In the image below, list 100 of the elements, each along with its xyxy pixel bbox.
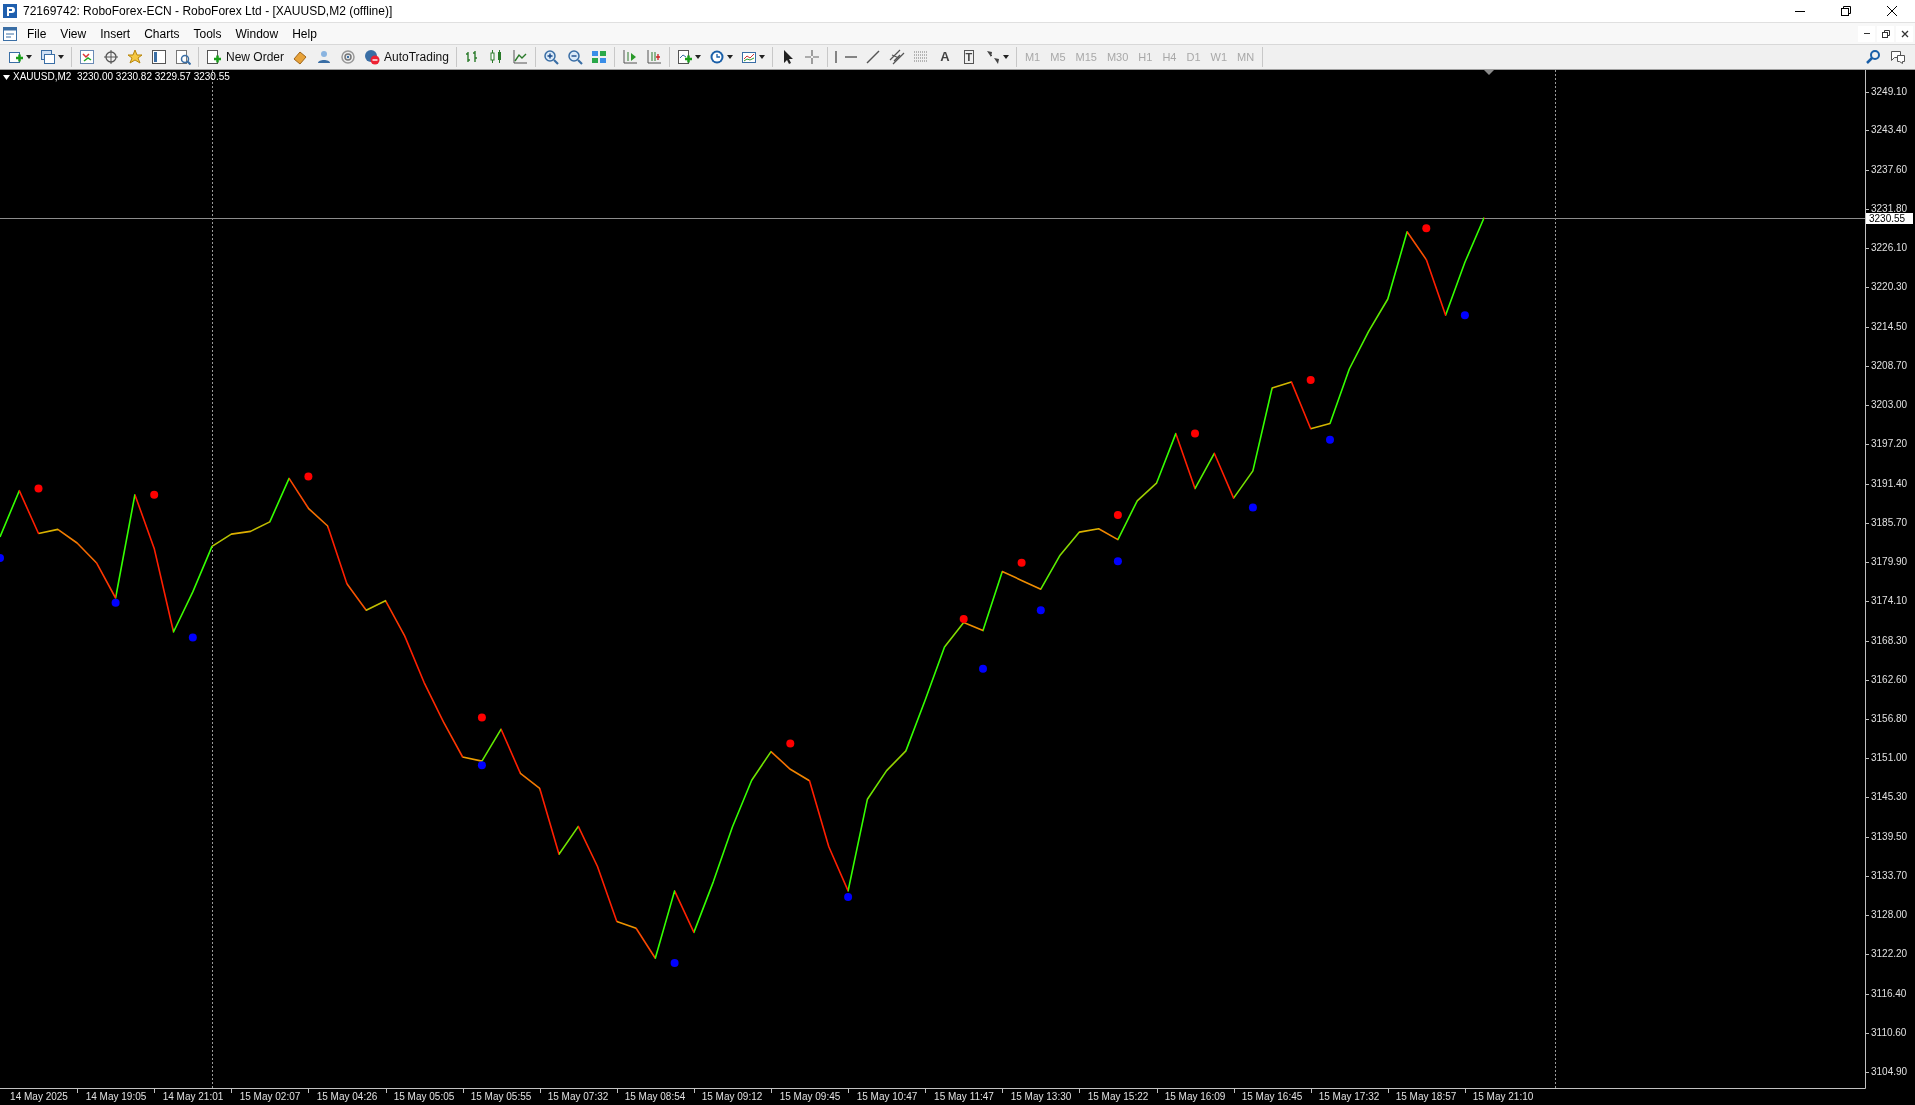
time-axis-label: 15 May 15:22 [1087,1091,1149,1103]
price-axis-label: 3110.60 [1871,1027,1907,1039]
price-axis-label: 3179.90 [1871,556,1908,568]
market-watch-icon [79,49,95,65]
child-close-button[interactable] [1896,25,1913,42]
price-axis-label: 3133.70 [1871,870,1908,882]
time-axis-label: 15 May 17:32 [1318,1091,1380,1103]
price-axis-label: 3185.70 [1871,517,1908,529]
zoom-in-icon [542,49,559,65]
time-axis-label: 15 May 11:47 [934,1091,994,1103]
price-axis-label: 3151.00 [1871,752,1908,764]
time-axis-label: 15 May 05:55 [470,1091,532,1103]
price-axis-label: 3197.20 [1871,438,1908,450]
price-axis-label: 3226.10 [1871,242,1908,254]
menu-item[interactable]: Window [228,22,286,45]
trend-line-icon [864,49,881,65]
price-axis-label: 3203.00 [1871,399,1908,411]
crosshair-circle-icon [103,49,119,65]
person-icon [316,49,332,65]
diamond-book-icon [292,49,308,65]
clock-icon [708,49,725,65]
channel-icon [888,49,905,65]
price-axis-label: 3128.00 [1871,909,1908,921]
price-axis-label: 3116.40 [1871,988,1907,1000]
time-axis-label: 15 May 13:30 [1010,1091,1072,1103]
app-icon [3,4,17,18]
autotrading-button[interactable]: AutoTrading [360,46,453,68]
time-axis-label: 15 May 07:32 [547,1091,609,1103]
price-axis-label: 3156.80 [1871,713,1908,725]
horizontal-line-icon [844,56,857,58]
caret-icon [694,55,701,59]
caret-icon [26,55,32,59]
tile-grid-icon [590,49,607,65]
collapse-triangle-icon [3,74,10,80]
windows-icon [40,49,56,65]
price-axis-label: 3214.50 [1871,321,1908,333]
menu-item[interactable]: Insert [93,22,138,45]
price-axis-label: 3168.30 [1871,635,1908,647]
document-plus-icon [206,49,222,65]
menu-item[interactable]: Charts [137,22,187,45]
star-icon [127,49,143,65]
crosshair-icon [803,49,820,65]
text-tool[interactable]: A [932,46,957,68]
caret-icon [1002,55,1009,59]
price-axis-label: 3237.60 [1871,164,1908,176]
target-icon [340,49,356,65]
time-axis-label: 15 May 04:26 [316,1091,378,1103]
dotted-lines-icon [912,49,929,65]
autoscroll-icon [621,49,638,65]
text-label-tool[interactable]: T [956,46,981,68]
line-chart-icon [511,49,528,65]
document-search-icon [175,49,191,65]
minimize-icon [1863,33,1870,34]
close-icon [1900,29,1909,38]
current-price-label: 3230.55 [1866,213,1913,224]
time-axis-label: 15 May 16:09 [1164,1091,1226,1103]
chat-bubbles-icon [1889,49,1907,65]
time-axis-label: 15 May 09:12 [701,1091,763,1103]
menu-item[interactable]: Help [285,22,324,45]
close-icon [1887,6,1897,16]
restore-icon [1881,29,1890,38]
price-axis-label: 3231.80 [1871,203,1908,214]
panel-icon [151,49,167,65]
vertical-line-icon [834,51,837,63]
chart-header: XAUUSD,M2 3230.00 3230.82 3229.57 3230.55 [13,71,230,83]
time-axis-label: 15 May 02:07 [239,1091,301,1103]
stop-badge-icon [364,49,380,65]
price-axis-label: 3139.50 [1871,831,1908,843]
price-axis-label: 3162.60 [1871,674,1908,686]
time-axis-label: 14 May 2025 [10,1091,68,1103]
template-chart-icon [740,49,757,65]
arrow-marks-icon [984,49,1001,65]
minimize-icon [1795,10,1805,12]
caret-icon [758,55,765,59]
time-axis-label: 14 May 19:05 [85,1091,147,1103]
time-axis-label: 14 May 21:01 [162,1091,224,1103]
menu-item[interactable]: File [20,22,54,45]
menu-item[interactable]: Tools [186,22,229,45]
candlestick-icon [487,49,504,65]
zoom-out-icon [566,49,583,65]
price-axis-label: 3122.20 [1871,948,1908,960]
caret-icon [726,55,733,59]
price-axis-label: 3104.90 [1871,1066,1908,1078]
window-title: 72169742: RoboForex-ECN - RoboForex Ltd - [XAUUSD,M2 (offline)] [23,3,393,20]
price-axis-label: 3145.30 [1871,791,1908,803]
price-axis-label: 3243.40 [1871,124,1908,136]
search-icon [1865,49,1881,65]
indicator-plus-icon [676,49,693,65]
price-axis-label: 3208.70 [1871,360,1908,372]
time-axis-label: 15 May 08:54 [624,1091,686,1103]
chart-plus-icon [8,49,24,65]
time-axis-label: 15 May 10:47 [856,1091,918,1103]
caret-icon [58,55,64,59]
time-axis-label: 15 May 21:10 [1472,1091,1534,1103]
new-order-button[interactable]: New Order [202,46,288,68]
child-restore-button[interactable] [1877,25,1894,42]
restore-icon [1841,6,1851,16]
price-axis-label: 3191.40 [1871,478,1908,490]
time-axis-label: 15 May 16:45 [1241,1091,1303,1103]
menu-item[interactable]: View [53,22,94,45]
